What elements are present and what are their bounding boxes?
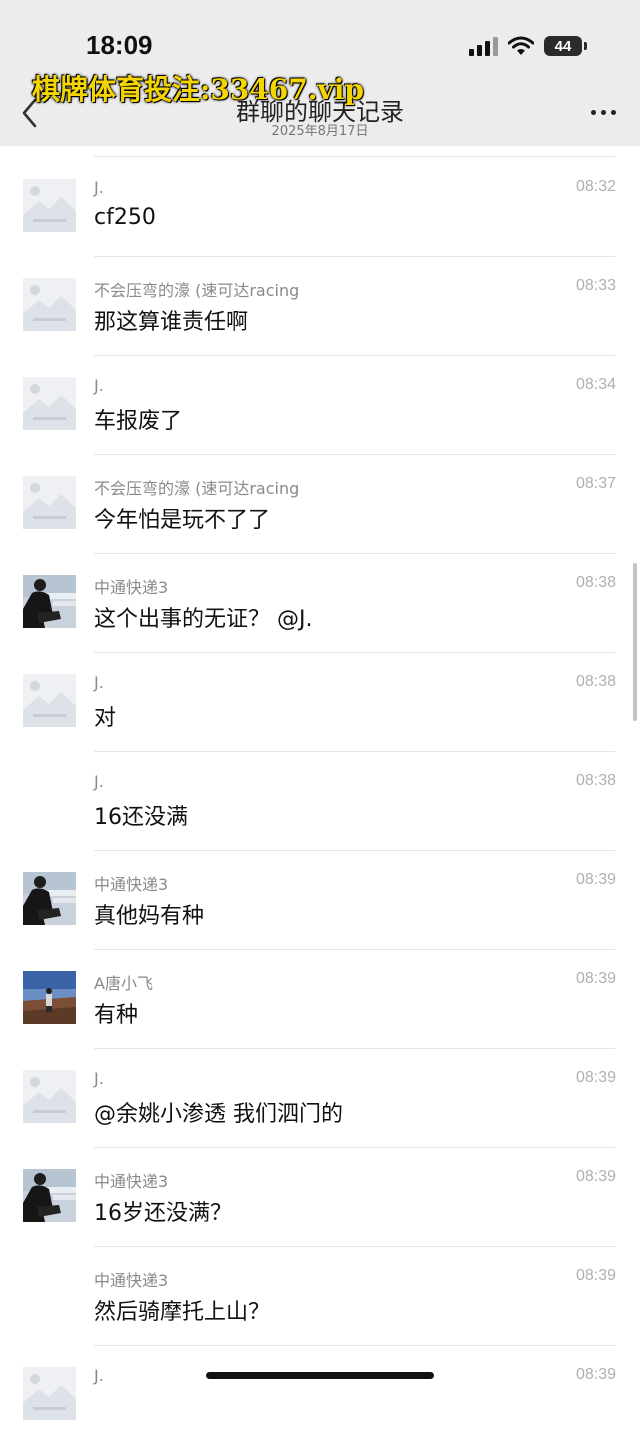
message-sender: 中通快递3	[94, 578, 169, 597]
message-item[interactable]: 中通快递3 08:38 这个出事的无证？ @J.	[0, 542, 640, 653]
message-time: 08:39	[575, 1168, 616, 1185]
message-sender: J.	[94, 673, 104, 692]
avatar[interactable]	[23, 1070, 76, 1123]
message-time: 08:34	[575, 376, 616, 393]
message-item[interactable]: 中通快递3 08:39 然后骑摩托上山？	[0, 1235, 640, 1346]
status-icons: 44	[469, 36, 587, 56]
message-text: @余姚小渗透 我们泗门的	[94, 1102, 343, 1127]
message-sender: 中通快递3	[94, 875, 169, 894]
message-text: 那这算谁责任啊	[94, 310, 249, 335]
cellular-signal-icon	[469, 36, 498, 56]
battery-level: 44	[554, 37, 572, 55]
message-sender: 中通快递3	[94, 1271, 169, 1290]
message-time: 08:37	[575, 475, 616, 492]
page-subtitle-date: 2025年8月17日	[271, 124, 369, 139]
avatar[interactable]	[23, 476, 76, 529]
message-item[interactable]: J. 08:38 16还没满	[0, 740, 640, 851]
message-item[interactable]: J. 08:32 cf250	[0, 146, 640, 257]
message-item[interactable]: J. 08:39	[0, 1334, 640, 1433]
battery-icon: 44	[544, 36, 587, 56]
avatar[interactable]	[23, 872, 76, 925]
message-text: 今年怕是玩不了了	[94, 508, 271, 533]
message-time: 08:39	[575, 871, 616, 888]
message-item[interactable]: 不会压弯的濠 (速可达racing 08:33 那这算谁责任啊	[0, 245, 640, 356]
home-indicator	[206, 1372, 434, 1379]
message-text: 然后骑摩托上山？	[94, 1300, 271, 1325]
avatar[interactable]	[23, 1367, 76, 1420]
message-text: 有种	[94, 1003, 139, 1028]
avatar[interactable]	[23, 575, 76, 628]
message-item[interactable]: A唐小飞 08:39 有种	[0, 938, 640, 1049]
message-sender: A唐小飞	[94, 974, 153, 993]
message-time: 08:32	[575, 178, 616, 195]
message-sender: J.	[94, 178, 104, 197]
message-sender: J.	[94, 1069, 104, 1088]
status-time: 18:09	[86, 30, 153, 60]
message-sender: 不会压弯的濠 (速可达racing	[94, 479, 300, 498]
message-time: 08:39	[575, 1069, 616, 1086]
scrollbar[interactable]	[633, 563, 637, 721]
watermark-text: 棋牌体育投注:33467.vip	[32, 73, 364, 106]
message-item[interactable]: J. 08:39 @余姚小渗透 我们泗门的	[0, 1037, 640, 1148]
message-time: 08:33	[575, 277, 616, 294]
message-item[interactable]: J. 08:38 对	[0, 641, 640, 752]
message-time: 08:39	[575, 1267, 616, 1284]
avatar[interactable]	[23, 179, 76, 232]
message-sender: J.	[94, 376, 104, 395]
message-text: 车报废了	[94, 409, 183, 434]
message-text: 这个出事的无证？ @J.	[94, 607, 313, 632]
avatar[interactable]	[23, 971, 76, 1024]
message-item[interactable]: 中通快递3 08:39 16岁还没满？	[0, 1136, 640, 1247]
message-item[interactable]: J. 08:34 车报废了	[0, 344, 640, 455]
message-text: 16岁还没满？	[94, 1201, 232, 1226]
avatar[interactable]	[23, 377, 76, 430]
message-item[interactable]: 不会压弯的濠 (速可达racing 08:37 今年怕是玩不了了	[0, 443, 640, 554]
message-sender: J.	[94, 1366, 104, 1385]
message-text: 对	[94, 706, 117, 731]
message-sender: 不会压弯的濠 (速可达racing	[94, 281, 300, 300]
message-text: 真他妈有种	[94, 904, 205, 929]
message-sender: J.	[94, 772, 104, 791]
message-time: 08:39	[575, 1366, 616, 1383]
message-time: 08:38	[575, 673, 616, 690]
wifi-icon	[508, 36, 534, 55]
message-text: cf250	[94, 205, 156, 230]
message-sender: 中通快递3	[94, 1172, 169, 1191]
message-item[interactable]: 中通快递3 08:39 真他妈有种	[0, 839, 640, 950]
avatar[interactable]	[23, 278, 76, 331]
message-text: 16还没满	[94, 805, 188, 830]
message-time: 08:38	[575, 574, 616, 591]
more-dots-icon[interactable]	[591, 110, 616, 115]
avatar[interactable]	[23, 674, 76, 727]
message-time: 08:38	[575, 772, 616, 789]
message-time: 08:39	[575, 970, 616, 987]
avatar[interactable]	[23, 1169, 76, 1222]
